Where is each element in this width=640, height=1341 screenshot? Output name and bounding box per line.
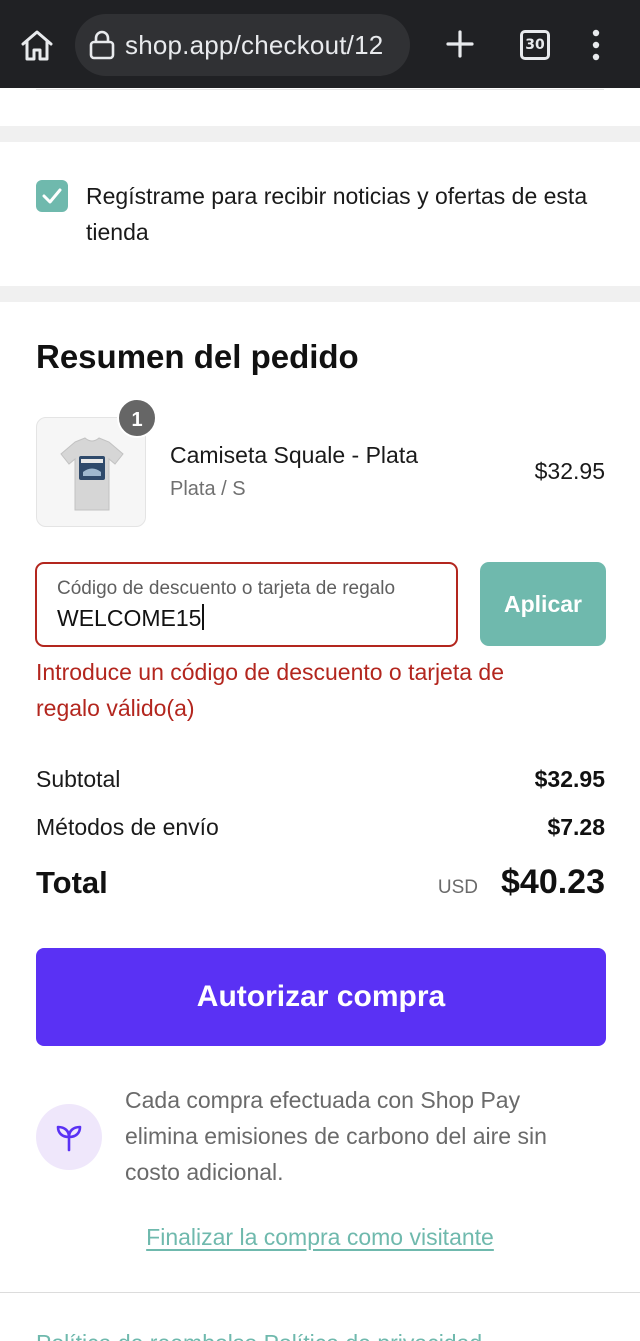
divider	[36, 89, 604, 90]
new-tab-icon[interactable]	[442, 26, 478, 62]
home-icon[interactable]	[18, 26, 56, 64]
policy-links[interactable]: Política de reembolso Política de privac…	[36, 1330, 482, 1341]
previous-section-edge	[0, 88, 640, 126]
apply-discount-button[interactable]: Aplicar	[480, 562, 606, 646]
guest-checkout-link[interactable]: Finalizar la compra como visitante	[0, 1224, 640, 1251]
newsletter-checkbox[interactable]	[36, 180, 68, 212]
lock-icon	[89, 30, 115, 60]
discount-error-message: Introduce un código de descuento o tarje…	[36, 659, 505, 721]
quantity-badge: 1	[117, 398, 157, 438]
browser-toolbar: shop.app/checkout/12 30	[0, 0, 640, 88]
section-gap	[0, 286, 640, 302]
shipping-value: $7.28	[547, 814, 605, 840]
discount-field-value[interactable]: WELCOME15	[57, 604, 204, 632]
url-text: shop.app/checkout/12	[125, 30, 384, 60]
total-value: $40.23	[501, 863, 605, 901]
carbon-offset-text: Cada compra efectuada con Shop Pay elimi…	[125, 1087, 547, 1185]
section-gap	[0, 126, 640, 142]
subtotal-label: Subtotal	[36, 766, 121, 792]
carbon-badge	[36, 1104, 102, 1170]
discount-field-label: Código de descuento o tarjeta de regalo	[57, 578, 396, 599]
address-bar[interactable]: shop.app/checkout/12	[75, 14, 410, 76]
order-summary: Resumen del pedido 1 Camiseta Squale - P…	[0, 302, 640, 1292]
tab-switcher-button[interactable]: 30	[520, 30, 550, 60]
product-price: $32.95	[534, 458, 605, 484]
sprout-icon	[56, 1125, 82, 1152]
newsletter-section: Regístrame para recibir noticias y ofert…	[0, 142, 640, 286]
summary-title: Resumen del pedido	[36, 338, 359, 375]
more-options-icon[interactable]	[588, 28, 604, 62]
discount-code-input[interactable]: Código de descuento o tarjeta de regalo …	[35, 562, 458, 647]
total-label: Total	[36, 865, 108, 900]
footer-divider	[0, 1292, 640, 1293]
total-currency: USD	[437, 877, 478, 898]
newsletter-label[interactable]: Regístrame para recibir noticias y ofert…	[86, 178, 606, 250]
authorize-purchase-button[interactable]: Autorizar compra	[36, 948, 606, 1046]
product-variant: Plata / S	[170, 478, 246, 500]
checkmark-icon	[42, 188, 62, 204]
subtotal-value: $32.95	[534, 766, 605, 792]
shipping-label: Métodos de envío	[36, 814, 219, 840]
product-name: Camiseta Squale - Plata	[170, 442, 419, 468]
